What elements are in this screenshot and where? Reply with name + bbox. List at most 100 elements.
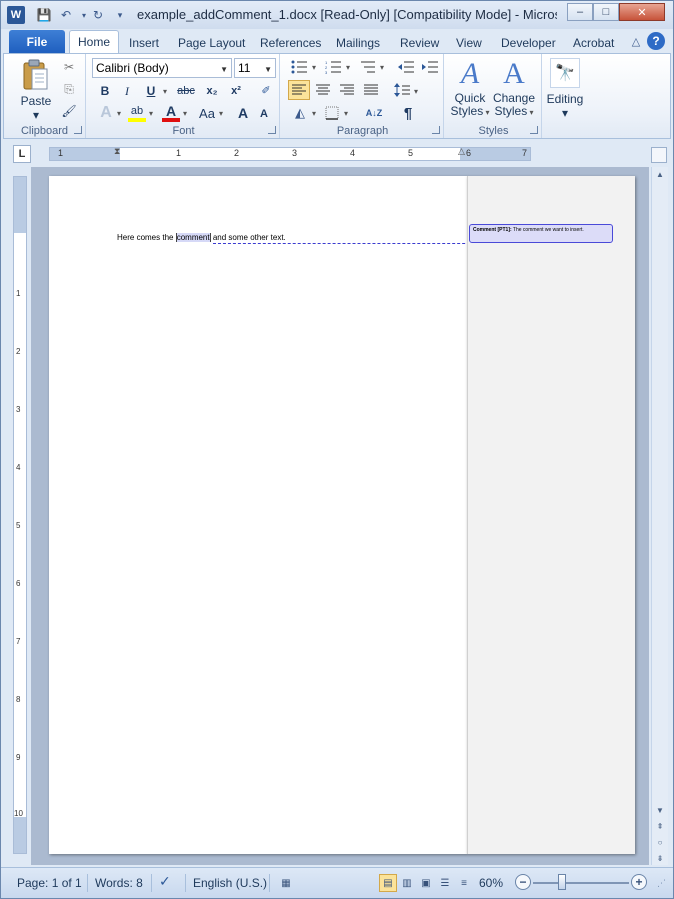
zoom-in-button[interactable]: + bbox=[631, 874, 647, 890]
align-right-button[interactable] bbox=[336, 80, 358, 100]
align-left-button[interactable] bbox=[288, 80, 310, 100]
comment-balloon[interactable]: Comment [PT1]: The comment we want to in… bbox=[469, 224, 613, 243]
tab-insert[interactable]: Insert bbox=[129, 33, 159, 53]
right-indent-marker-icon[interactable]: △ bbox=[458, 146, 465, 157]
quick-styles-icon[interactable]: A bbox=[454, 57, 486, 90]
paste-button[interactable]: Paste bbox=[18, 94, 54, 108]
zoom-slider-thumb[interactable] bbox=[558, 874, 566, 890]
show-formatting-button[interactable]: ¶ bbox=[398, 104, 418, 122]
vertical-scrollbar[interactable]: ▲ ▼ ⇞ ○ ⇟ bbox=[651, 167, 668, 865]
shrink-font-button[interactable]: A bbox=[256, 106, 272, 122]
language-indicator[interactable]: English (U.S.) bbox=[193, 876, 267, 890]
increase-indent-icon[interactable] bbox=[420, 58, 440, 76]
decrease-indent-icon[interactable] bbox=[396, 58, 416, 76]
text-effects-dropdown-icon[interactable]: ▾ bbox=[115, 106, 123, 120]
tab-references[interactable]: References bbox=[260, 33, 321, 53]
tab-page-layout[interactable]: Page Layout bbox=[178, 33, 245, 53]
undo-icon[interactable]: ↶ bbox=[57, 6, 75, 24]
maximize-button[interactable]: □ bbox=[593, 3, 619, 21]
underline-button[interactable]: U bbox=[142, 82, 160, 100]
strikethrough-button[interactable]: abc bbox=[174, 82, 198, 100]
cut-icon[interactable]: ✂ bbox=[60, 58, 78, 76]
tab-acrobat[interactable]: Acrobat bbox=[573, 33, 614, 53]
horizontal-ruler[interactable]: 1 1 2 3 4 5 6 7 ⧗ △ bbox=[49, 146, 531, 161]
binoculars-icon[interactable]: 🔭 bbox=[550, 58, 580, 88]
collapse-ribbon-icon[interactable]: △ bbox=[627, 32, 645, 50]
tab-file[interactable]: File bbox=[9, 30, 65, 53]
change-styles-icon[interactable]: A bbox=[498, 57, 530, 90]
bold-button[interactable]: B bbox=[96, 82, 114, 100]
numbering-dropdown-icon[interactable]: ▾ bbox=[344, 60, 352, 74]
clear-formatting-icon[interactable]: ✐ bbox=[256, 80, 276, 100]
page-count[interactable]: Page: 1 of 1 bbox=[17, 876, 82, 890]
minimize-button[interactable]: – bbox=[567, 3, 593, 21]
tab-selector-button[interactable]: L bbox=[13, 145, 31, 163]
tab-view[interactable]: View bbox=[456, 33, 482, 53]
font-family-dropdown-icon[interactable]: ▼ bbox=[220, 65, 228, 74]
change-case-dropdown-icon[interactable]: ▾ bbox=[217, 106, 225, 120]
highlight-dropdown-icon[interactable]: ▾ bbox=[147, 106, 155, 120]
select-browse-object-icon[interactable]: ○ bbox=[652, 835, 668, 849]
editing-dropdown-icon[interactable]: ▾ bbox=[561, 106, 569, 120]
borders-icon[interactable] bbox=[322, 104, 342, 122]
word-app-icon[interactable]: W bbox=[7, 6, 25, 24]
draft-view-button[interactable]: ≡ bbox=[455, 874, 473, 892]
tab-home[interactable]: Home bbox=[69, 30, 120, 53]
previous-page-icon[interactable]: ⇞ bbox=[652, 819, 668, 833]
left-indent-marker-icon[interactable]: ⧗ bbox=[114, 146, 120, 157]
word-count[interactable]: Words: 8 bbox=[95, 876, 143, 890]
scroll-down-icon[interactable]: ▼ bbox=[652, 803, 668, 817]
grow-font-button[interactable]: A bbox=[234, 104, 252, 122]
close-button[interactable]: ✕ bbox=[619, 3, 665, 21]
font-launcher-icon[interactable] bbox=[268, 126, 276, 134]
scroll-up-icon[interactable]: ▲ bbox=[652, 167, 668, 181]
sort-button[interactable]: A↓Z bbox=[362, 104, 386, 122]
line-spacing-icon[interactable] bbox=[392, 80, 412, 100]
save-icon[interactable]: 💾 bbox=[35, 6, 53, 24]
print-layout-view-button[interactable]: ▤ bbox=[379, 874, 397, 892]
bullets-icon[interactable] bbox=[288, 58, 310, 76]
commented-word[interactable]: comment bbox=[175, 233, 211, 242]
borders-dropdown-icon[interactable]: ▾ bbox=[342, 106, 350, 120]
zoom-slider[interactable] bbox=[533, 882, 629, 884]
font-color-dropdown-icon[interactable]: ▾ bbox=[181, 106, 189, 120]
next-page-icon[interactable]: ⇟ bbox=[652, 851, 668, 865]
text-effects-button[interactable]: A bbox=[96, 104, 116, 122]
tab-mailings[interactable]: Mailings bbox=[336, 33, 380, 53]
web-layout-view-button[interactable]: ▣ bbox=[417, 874, 435, 892]
paragraph-launcher-icon[interactable] bbox=[432, 126, 440, 134]
change-case-button[interactable]: Aa bbox=[196, 104, 218, 122]
zoom-out-button[interactable]: − bbox=[515, 874, 531, 890]
justify-button[interactable] bbox=[360, 80, 382, 100]
highlight-button[interactable]: ab bbox=[128, 104, 146, 122]
view-ruler-toggle-icon[interactable] bbox=[651, 147, 667, 163]
quick-styles-button[interactable]: Quick Styles ▾ bbox=[448, 92, 492, 119]
font-family-combo[interactable]: Calibri (Body) ▼ bbox=[92, 58, 232, 78]
tab-review[interactable]: Review bbox=[400, 33, 439, 53]
underline-dropdown-icon[interactable]: ▾ bbox=[161, 84, 169, 98]
multilevel-list-icon[interactable] bbox=[356, 58, 378, 76]
clipboard-launcher-icon[interactable] bbox=[74, 126, 82, 134]
paste-dropdown-icon[interactable]: ▾ bbox=[32, 108, 40, 122]
copy-icon[interactable]: ⎘ bbox=[60, 80, 78, 98]
document-page[interactable]: Here comes the comment and some other te… bbox=[49, 176, 505, 854]
editing-button[interactable]: Editing bbox=[540, 92, 590, 106]
help-icon[interactable]: ? bbox=[647, 32, 665, 50]
subscript-button[interactable]: x₂ bbox=[202, 82, 222, 100]
italic-button[interactable]: I bbox=[118, 82, 136, 100]
paste-icon[interactable] bbox=[20, 58, 50, 92]
vertical-ruler[interactable]: 1 2 3 4 5 6 7 8 9 10 bbox=[13, 176, 27, 854]
numbering-icon[interactable]: 123 bbox=[322, 58, 344, 76]
align-center-button[interactable] bbox=[312, 80, 334, 100]
styles-launcher-icon[interactable] bbox=[530, 126, 538, 134]
shading-icon[interactable]: ◭ bbox=[290, 104, 310, 122]
line-spacing-dropdown-icon[interactable]: ▾ bbox=[412, 84, 420, 98]
bullets-dropdown-icon[interactable]: ▾ bbox=[310, 60, 318, 74]
multilevel-dropdown-icon[interactable]: ▾ bbox=[378, 60, 386, 74]
macro-record-icon[interactable]: ▦ bbox=[277, 874, 295, 892]
format-painter-icon[interactable]: 🖌 bbox=[60, 102, 78, 120]
font-size-combo[interactable]: 11 ▼ bbox=[234, 58, 276, 78]
proofing-icon[interactable]: ✓ bbox=[159, 873, 171, 890]
zoom-level[interactable]: 60% bbox=[479, 876, 503, 890]
font-size-dropdown-icon[interactable]: ▼ bbox=[264, 65, 272, 74]
